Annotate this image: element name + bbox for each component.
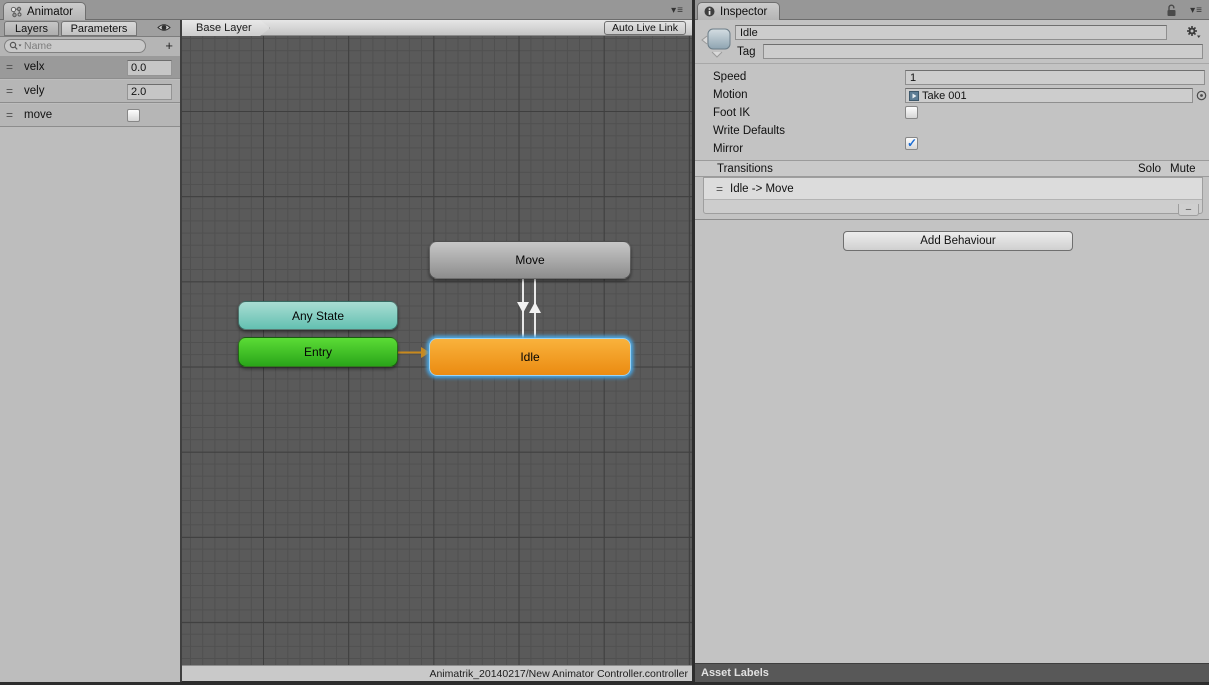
breadcrumb-label: Base Layer <box>196 22 252 34</box>
motion-value: Take 001 <box>922 90 967 102</box>
state-node-move[interactable]: Move <box>429 241 631 279</box>
parameter-name: vely <box>24 85 44 97</box>
layers-parameters-toolbar: Layers Parameters <box>0 20 180 37</box>
state-node-label: Idle <box>520 350 539 364</box>
transition-row-label: Idle -> Move <box>730 183 794 195</box>
motion-label: Motion <box>713 89 748 101</box>
asset-labels-label: Asset Labels <box>701 667 769 679</box>
parameter-name: move <box>24 109 52 121</box>
animation-clip-icon <box>909 91 919 101</box>
state-machine-canvas[interactable]: Move Any State Entry Idle <box>182 36 692 665</box>
search-input[interactable] <box>24 40 134 52</box>
tab-animator[interactable]: Animator <box>3 2 86 20</box>
tab-parameters[interactable]: Parameters <box>61 21 137 36</box>
breadcrumb-bar: Base Layer Auto Live Link <box>182 20 692 36</box>
auto-live-link-label: Auto Live Link <box>612 22 678 34</box>
inspector-tabbar: Inspector ▾≡ <box>695 0 1209 20</box>
lock-icon[interactable] <box>1166 4 1177 17</box>
add-parameter-button[interactable]: + <box>165 38 173 53</box>
state-node-any-state[interactable]: Any State <box>238 301 398 330</box>
state-node-label: Any State <box>292 309 344 323</box>
parameter-search-row: + <box>0 37 180 56</box>
tab-layers-label: Layers <box>15 23 48 35</box>
controller-path-bar: Animatrik_20140217/New Animator Controll… <box>182 665 692 681</box>
animator-panel: Animator ▾≡ Layers Parameters <box>0 0 692 682</box>
drag-handle-icon[interactable]: = <box>6 60 20 74</box>
parameter-value-input[interactable] <box>127 60 172 76</box>
tag-input[interactable] <box>763 44 1203 59</box>
eye-icon[interactable] <box>157 22 171 33</box>
parameter-name: velx <box>24 61 44 73</box>
animator-tabbar: Animator ▾≡ <box>0 0 692 20</box>
foot-ik-checkbox[interactable] <box>905 106 918 119</box>
asset-labels-bar[interactable]: Asset Labels <box>695 663 1209 682</box>
parameter-row-vely[interactable]: = vely <box>0 80 180 103</box>
animator-controller-icon <box>10 6 22 18</box>
arrowhead-down-icon <box>517 302 529 313</box>
animator-panel-menu-icon[interactable]: ▾≡ <box>671 5 684 16</box>
tab-layers[interactable]: Layers <box>4 21 59 36</box>
state-node-label: Move <box>515 253 544 267</box>
transitions-list: = Idle -> Move − <box>703 177 1203 214</box>
tab-inspector[interactable]: Inspector <box>697 2 780 20</box>
controller-path-label: Animatrik_20140217/New Animator Controll… <box>429 668 688 680</box>
gear-icon[interactable] <box>1186 25 1201 39</box>
tag-label: Tag <box>737 46 756 58</box>
drag-handle-icon[interactable]: = <box>6 84 20 98</box>
state-machine-icon <box>700 26 734 60</box>
auto-live-link-button[interactable]: Auto Live Link <box>604 21 686 35</box>
parameter-search-field[interactable] <box>4 39 146 53</box>
inspector-content: Tag Speed Motion Take 001 Foot IK Write … <box>695 20 1209 663</box>
speed-label: Speed <box>713 71 746 83</box>
object-picker-icon[interactable] <box>1196 90 1207 101</box>
write-defaults-label: Write Defaults <box>713 125 785 137</box>
remove-transition-button[interactable]: − <box>1178 204 1199 216</box>
divider <box>695 63 1209 64</box>
transition-row-idle-to-move[interactable]: = Idle -> Move <box>704 178 1202 200</box>
motion-object-field[interactable]: Take 001 <box>905 88 1193 103</box>
parameters-pane: Layers Parameters <box>0 20 180 682</box>
transitions-header: Transitions Solo Mute <box>695 160 1209 177</box>
state-node-entry[interactable]: Entry <box>238 337 398 367</box>
info-icon <box>704 6 715 17</box>
breadcrumb-base-layer[interactable]: Base Layer <box>182 20 270 36</box>
divider <box>695 219 1209 220</box>
parameter-row-velx[interactable]: = velx <box>0 56 180 79</box>
add-behaviour-label: Add Behaviour <box>920 235 995 247</box>
write-defaults-checkbox[interactable] <box>905 137 918 150</box>
drag-handle-icon[interactable]: = <box>716 182 730 196</box>
speed-input[interactable] <box>905 70 1205 85</box>
tab-parameters-label: Parameters <box>71 23 128 35</box>
add-behaviour-button[interactable]: Add Behaviour <box>843 231 1073 251</box>
tab-animator-label: Animator <box>27 6 73 18</box>
mute-column-label: Mute <box>1170 163 1196 175</box>
solo-column-label: Solo <box>1138 163 1161 175</box>
tab-inspector-label: Inspector <box>720 6 767 18</box>
drag-handle-icon[interactable]: = <box>6 108 20 122</box>
parameter-bool-checkbox[interactable] <box>127 109 140 122</box>
parameter-value-input[interactable] <box>127 84 172 100</box>
state-node-idle[interactable]: Idle <box>429 338 631 376</box>
transitions-title: Transitions <box>717 163 773 175</box>
foot-ik-label: Foot IK <box>713 107 750 119</box>
inspector-panel-menu-icon[interactable]: ▾≡ <box>1190 5 1203 16</box>
parameter-row-move[interactable]: = move <box>0 104 180 127</box>
inspector-panel: Inspector ▾≡ <box>695 0 1209 682</box>
search-icon <box>9 41 22 51</box>
mirror-label: Mirror <box>713 143 743 155</box>
graph-pane: Base Layer Auto Live Link Move Any S <box>182 20 692 682</box>
arrowhead-up-icon <box>529 302 541 313</box>
state-node-label: Entry <box>304 345 332 359</box>
state-name-input[interactable] <box>735 25 1167 40</box>
